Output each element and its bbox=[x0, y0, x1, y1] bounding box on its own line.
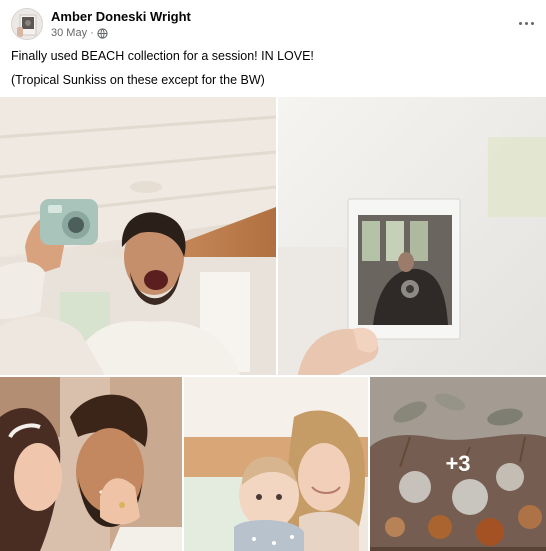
post-photo-4[interactable] bbox=[184, 377, 368, 551]
post-text-line-1: Finally used BEACH collection for a sess… bbox=[11, 49, 314, 63]
post-photo-3[interactable] bbox=[0, 377, 182, 551]
post-date[interactable]: 30 May bbox=[51, 27, 87, 39]
post-text-line-2: (Tropical Sunkiss on these except for th… bbox=[11, 73, 265, 87]
post-photo-2[interactable] bbox=[278, 97, 546, 375]
globe-icon[interactable] bbox=[97, 27, 108, 39]
author-avatar[interactable] bbox=[11, 8, 43, 40]
more-photos-overlay[interactable]: +3 bbox=[370, 377, 546, 551]
post-header: Amber Doneski Wright 30 May · bbox=[0, 0, 546, 44]
post-photo-5[interactable]: +3 bbox=[370, 377, 546, 551]
meta-separator: · bbox=[90, 27, 94, 39]
more-options-icon[interactable] bbox=[513, 13, 539, 33]
author-name[interactable]: Amber Doneski Wright bbox=[51, 9, 191, 24]
facebook-post: Amber Doneski Wright 30 May · Finally us… bbox=[0, 0, 546, 551]
more-photos-count[interactable]: +3 bbox=[445, 451, 470, 477]
post-meta: 30 May · bbox=[51, 27, 108, 39]
post-photo-1[interactable] bbox=[0, 97, 276, 375]
